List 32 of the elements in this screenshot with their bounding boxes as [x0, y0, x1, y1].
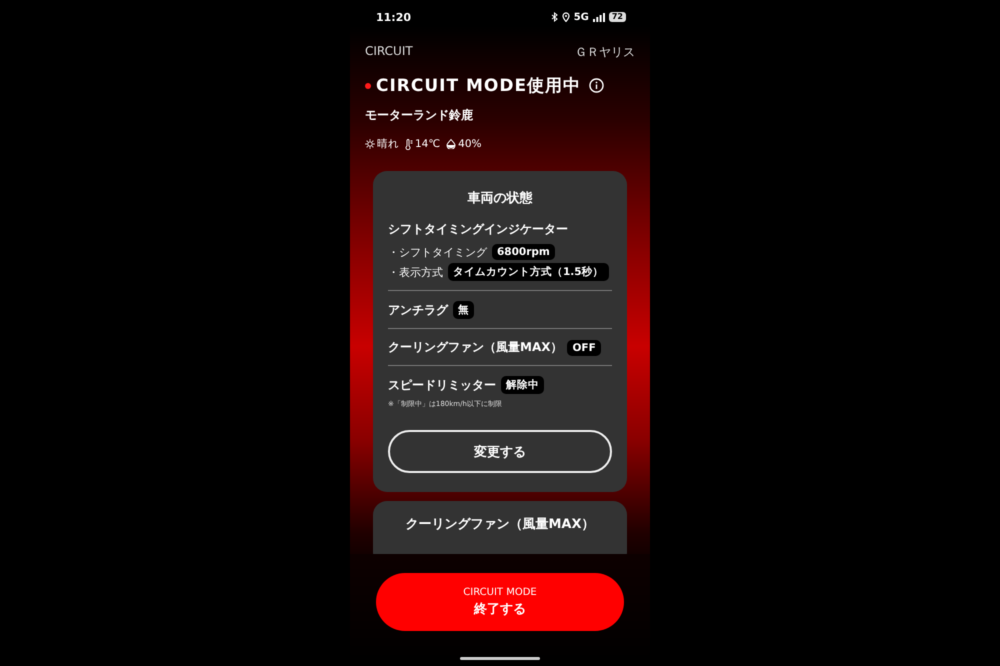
change-button[interactable]: 変更する: [388, 430, 612, 473]
setting-label: ・シフトタイミング: [388, 244, 487, 260]
info-icon: [589, 78, 604, 93]
mode-title: CIRCUIT MODE使用中: [376, 75, 582, 97]
signal-icon: [592, 12, 605, 22]
mode-label: CIRCUIT: [365, 44, 413, 60]
setting-title: クーリングファン（風量MAX）: [388, 339, 562, 356]
location-name: モーターランド鈴鹿: [365, 107, 474, 124]
vehicle-name: ＧＲヤリス: [575, 44, 635, 61]
setting-title: スピードリミッター: [388, 376, 496, 394]
clock-time: 11:20: [376, 10, 412, 24]
setting-label: ・表示方式: [388, 264, 443, 280]
value-badge: 6800rpm: [492, 244, 555, 260]
value-badge: OFF: [567, 340, 601, 356]
bluetooth-icon: [550, 12, 558, 22]
card-title: 車両の状態: [466, 190, 534, 207]
value-badge: 解除中: [501, 376, 544, 394]
humidity-icon: [446, 139, 456, 149]
network-label: 5G: [574, 12, 589, 22]
weather-condition: 晴れ: [377, 137, 399, 151]
location-icon: [562, 12, 570, 22]
humidity-reading: 40%: [458, 138, 482, 150]
temperature-reading: 14℃: [415, 138, 440, 150]
end-mode-button[interactable]: CIRCUIT MODE 終了する: [376, 573, 624, 631]
card-title: クーリングファン（風量MAX）: [404, 516, 596, 533]
value-badge: タイムカウント方式（1.5秒）: [448, 263, 609, 281]
setting-title: アンチラグ: [388, 302, 448, 318]
sun-icon: [365, 139, 375, 149]
thermometer-icon: [405, 138, 413, 150]
setting-title: シフトタイミングインジケーター: [388, 221, 569, 238]
value-badge: 無: [453, 301, 474, 319]
battery-indicator: 72: [608, 12, 626, 22]
